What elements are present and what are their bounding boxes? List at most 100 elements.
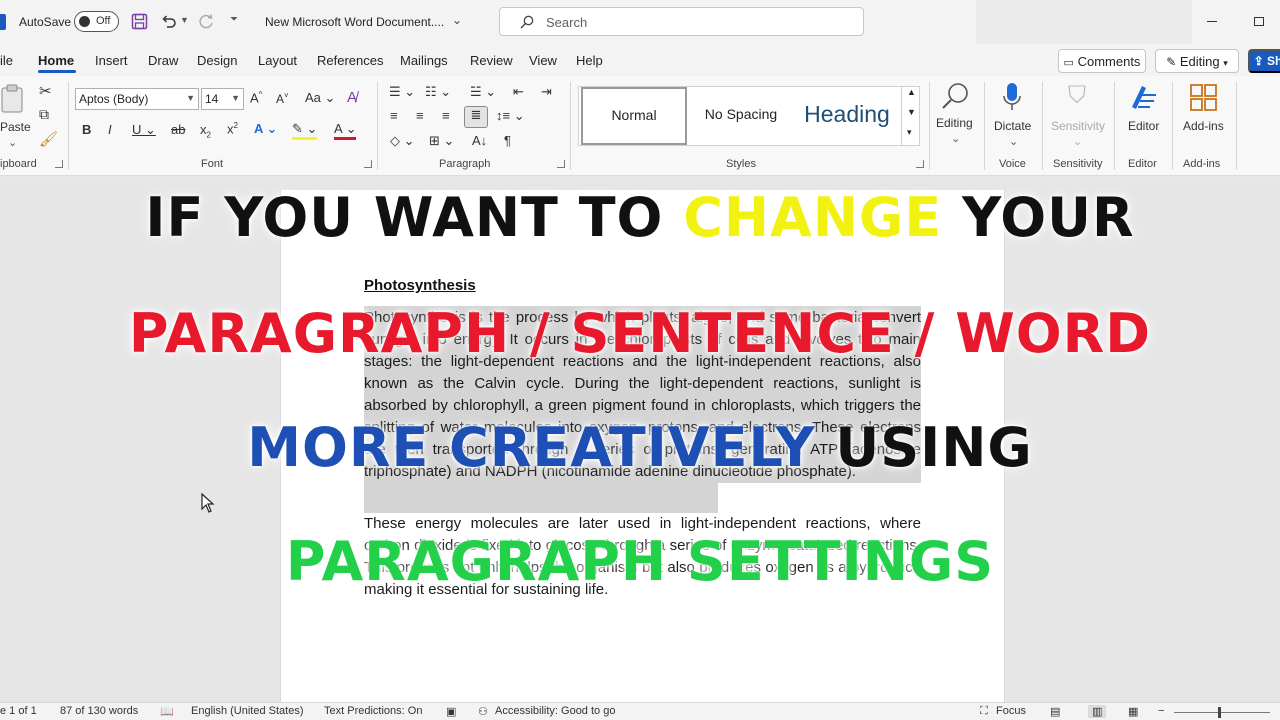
- font-name-select[interactable]: Aptos (Body) ▼: [75, 88, 199, 110]
- read-mode-icon[interactable]: ▤: [1050, 705, 1060, 718]
- dictate-button[interactable]: Dictate: [994, 119, 1031, 133]
- search-input[interactable]: [546, 13, 846, 31]
- decrease-indent-icon[interactable]: ⇤: [513, 84, 524, 100]
- accessibility-status[interactable]: Accessibility: Good to go: [495, 705, 615, 717]
- tab-references[interactable]: References: [317, 53, 383, 68]
- caption-line-3: MORE CREATIVELY USING: [0, 416, 1280, 479]
- tab-review[interactable]: Review: [470, 53, 513, 68]
- tab-design[interactable]: Design: [197, 53, 237, 68]
- save-icon[interactable]: [131, 13, 148, 30]
- accessibility-icon[interactable]: ⚇: [478, 705, 488, 718]
- bold-icon[interactable]: B: [82, 122, 91, 137]
- change-case-icon[interactable]: Aa ⌄: [305, 90, 335, 106]
- chevron-down-icon[interactable]: ▼: [907, 107, 916, 117]
- strikethrough-icon[interactable]: ab: [171, 122, 185, 137]
- share-button[interactable]: ⇪ Sh: [1248, 49, 1280, 73]
- grow-font-icon[interactable]: A^: [250, 90, 262, 105]
- word-count[interactable]: 87 of 130 words: [60, 705, 138, 717]
- customize-toolbar-icon[interactable]: ⏷: [230, 14, 238, 25]
- gallery-more-icon[interactable]: ▾: [907, 127, 912, 138]
- paste-button[interactable]: Paste: [0, 120, 31, 134]
- chevron-up-icon[interactable]: ▲: [907, 87, 916, 97]
- page-count[interactable]: e 1 of 1: [0, 705, 37, 717]
- doc-name-chevron-icon[interactable]: ⌄: [452, 13, 462, 27]
- minimize-icon[interactable]: [1207, 21, 1217, 22]
- microphone-icon[interactable]: [1002, 82, 1022, 112]
- editing-mode-button[interactable]: ✎ Editing ▾: [1155, 49, 1239, 73]
- chevron-down-icon[interactable]: ⌄: [951, 132, 960, 145]
- increase-indent-icon[interactable]: ⇥: [541, 84, 552, 100]
- style-no-spacing[interactable]: No Spacing: [689, 87, 793, 145]
- zoom-out-icon[interactable]: −: [1158, 705, 1164, 717]
- highlight-color-icon[interactable]: ✎ ⌄: [292, 121, 318, 140]
- web-layout-icon[interactable]: ▦: [1128, 705, 1138, 718]
- shrink-font-icon[interactable]: A˅: [276, 91, 289, 106]
- clipboard-launcher-icon[interactable]: [55, 160, 63, 168]
- superscript-icon[interactable]: x2: [227, 121, 238, 136]
- chevron-down-icon[interactable]: ⌄: [1009, 135, 1018, 148]
- shading-icon[interactable]: ◇ ⌄: [390, 133, 415, 149]
- paragraph-launcher-icon[interactable]: [557, 160, 565, 168]
- search-box[interactable]: [499, 7, 864, 36]
- text-predictions-status[interactable]: Text Predictions: On: [324, 705, 422, 717]
- language-status[interactable]: English (United States): [191, 705, 304, 717]
- editing-button[interactable]: Editing: [936, 116, 973, 130]
- align-center-icon[interactable]: ≡: [416, 108, 424, 123]
- tab-draw[interactable]: Draw: [148, 53, 178, 68]
- macro-icon[interactable]: ▣: [446, 705, 456, 718]
- style-normal[interactable]: Normal: [581, 87, 687, 145]
- addins-icon[interactable]: [1189, 83, 1219, 113]
- document-name[interactable]: New Microsoft Word Document....: [265, 15, 444, 29]
- tab-home[interactable]: Home: [38, 53, 74, 68]
- focus-icon[interactable]: ⛶: [980, 705, 988, 718]
- find-icon[interactable]: [940, 81, 972, 111]
- tab-mailings[interactable]: Mailings: [400, 53, 448, 68]
- zoom-slider-thumb[interactable]: [1218, 707, 1221, 718]
- zoom-slider[interactable]: [1174, 712, 1270, 713]
- font-color-icon[interactable]: A ⌄: [334, 121, 357, 140]
- document-heading[interactable]: Photosynthesis: [364, 277, 476, 294]
- redo-icon[interactable]: [198, 13, 215, 30]
- subscript-icon[interactable]: x2: [200, 122, 211, 140]
- justify-icon[interactable]: ≣: [464, 106, 488, 128]
- clear-formatting-icon[interactable]: A̸: [347, 89, 357, 106]
- comments-button[interactable]: ▭ Comments: [1058, 49, 1146, 73]
- align-left-icon[interactable]: ≡: [390, 108, 398, 123]
- sort-icon[interactable]: A↓: [472, 133, 487, 148]
- tab-help[interactable]: Help: [576, 53, 603, 68]
- print-layout-icon[interactable]: ▥: [1088, 705, 1107, 718]
- tab-view[interactable]: View: [529, 53, 557, 68]
- editor-icon[interactable]: [1128, 83, 1158, 111]
- undo-icon[interactable]: [160, 13, 177, 30]
- restore-icon[interactable]: [1254, 17, 1264, 26]
- underline-icon[interactable]: U ⌄: [132, 122, 156, 138]
- show-formatting-icon[interactable]: ¶: [504, 133, 511, 148]
- styles-launcher-icon[interactable]: [916, 160, 924, 168]
- editor-button[interactable]: Editor: [1128, 119, 1159, 133]
- style-heading[interactable]: Heading: [795, 87, 899, 145]
- styles-scroll[interactable]: ▲ ▼ ▾: [901, 87, 919, 145]
- numbering-icon[interactable]: ☷ ⌄: [425, 84, 451, 100]
- proofing-icon[interactable]: 📖: [160, 705, 174, 718]
- tab-layout[interactable]: Layout: [258, 53, 297, 68]
- format-painter-icon[interactable]: 🖌: [39, 130, 58, 148]
- autosave-toggle[interactable]: Off: [74, 11, 119, 32]
- undo-dropdown-icon[interactable]: ▼: [180, 15, 189, 25]
- bullets-icon[interactable]: ☰ ⌄: [389, 84, 415, 100]
- align-right-icon[interactable]: ≡: [442, 108, 450, 123]
- paste-icon[interactable]: [0, 84, 28, 114]
- cut-icon[interactable]: ✂: [39, 82, 52, 100]
- line-spacing-icon[interactable]: ↕≡ ⌄: [496, 108, 525, 124]
- multilevel-list-icon[interactable]: ☱ ⌄: [470, 84, 496, 100]
- font-launcher-icon[interactable]: [364, 160, 372, 168]
- tab-file[interactable]: ile: [0, 53, 13, 68]
- italic-icon[interactable]: I: [108, 122, 112, 137]
- text-effects-icon[interactable]: A ⌄: [254, 121, 277, 137]
- copy-icon[interactable]: ⧉: [39, 106, 49, 123]
- paste-dropdown-icon[interactable]: ⌄: [8, 136, 17, 149]
- tab-insert[interactable]: Insert: [95, 53, 128, 68]
- font-size-select[interactable]: 14 ▼: [201, 88, 244, 110]
- addins-button[interactable]: Add-ins: [1183, 119, 1224, 133]
- focus-button[interactable]: Focus: [996, 705, 1026, 717]
- borders-icon[interactable]: ⊞ ⌄: [429, 133, 454, 149]
